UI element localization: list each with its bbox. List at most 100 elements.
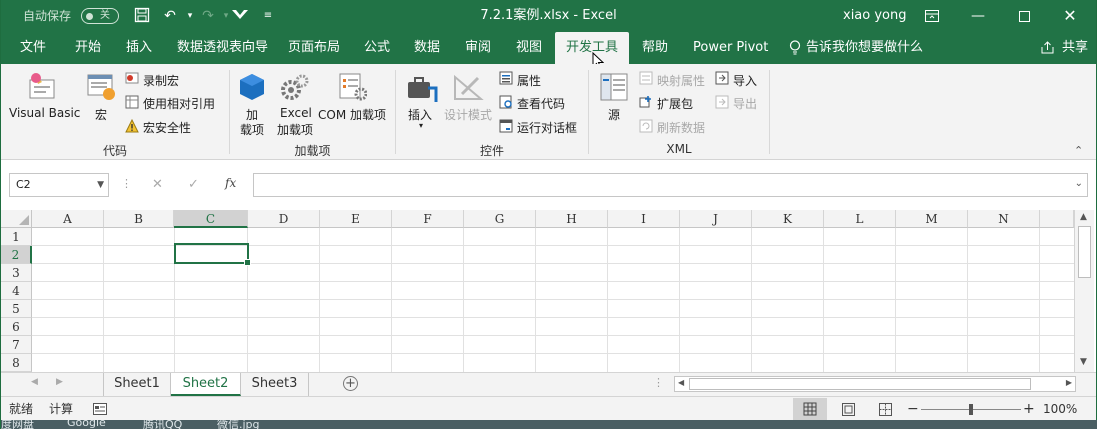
expansion-packs-button[interactable]: 扩展包: [657, 95, 693, 112]
prev-sheet-icon[interactable]: ◀: [31, 377, 38, 387]
column-header[interactable]: K: [752, 210, 824, 228]
macro-recording-icon[interactable]: [93, 403, 107, 415]
taskbar-item[interactable]: 腾讯QQ: [143, 420, 182, 429]
com-addins-button[interactable]: COM 加载项: [318, 106, 386, 123]
name-box-value: C2: [16, 178, 31, 191]
row-header[interactable]: 6: [1, 318, 32, 336]
worksheet-grid[interactable]: A B C D E F G H I J K L M N 1 2 3 4 5 6 …: [1, 208, 1096, 372]
taskbar-item[interactable]: 微信.jpg: [217, 420, 260, 429]
taskbar-item[interactable]: 度网盘: [1, 420, 34, 429]
view-code-button[interactable]: 查看代码: [517, 95, 565, 112]
excel-addins-label-bottom[interactable]: 加载项: [277, 121, 313, 138]
scroll-up-icon[interactable]: ▲: [1080, 212, 1087, 222]
name-box-dropdown-icon[interactable]: ▼: [97, 174, 104, 196]
vertical-scroll-thumb[interactable]: [1078, 226, 1091, 278]
page-break-view-icon[interactable]: [879, 403, 892, 416]
normal-view-button[interactable]: [793, 398, 827, 420]
column-header-selected[interactable]: C: [174, 210, 248, 228]
zoom-slider-thumb[interactable]: [969, 404, 973, 415]
collapse-ribbon-icon[interactable]: ⌃: [1074, 144, 1083, 157]
column-header[interactable]: I: [608, 210, 680, 228]
tab-data[interactable]: 数据: [414, 32, 440, 64]
close-button[interactable]: ✕: [1047, 0, 1093, 32]
column-header[interactable]: J: [680, 210, 752, 228]
column-header[interactable]: B: [104, 210, 174, 228]
row-header[interactable]: 1: [1, 228, 32, 246]
column-header[interactable]: F: [392, 210, 464, 228]
tab-help[interactable]: 帮助: [642, 32, 668, 64]
zoom-out-button[interactable]: −: [907, 397, 919, 421]
import-icon: [715, 71, 729, 85]
column-header[interactable]: N: [968, 210, 1040, 228]
macros-icon: [87, 74, 115, 100]
user-name[interactable]: xiao yong: [843, 0, 907, 32]
tab-pivot-wizard[interactable]: 数据透视表向导: [177, 32, 268, 64]
tab-power-pivot[interactable]: Power Pivot: [693, 32, 768, 64]
relative-ref-button[interactable]: 使用相对引用: [143, 95, 215, 112]
scroll-right-icon[interactable]: ▶: [1066, 378, 1072, 387]
sheet-tab-active[interactable]: Sheet2: [171, 373, 241, 396]
row-header[interactable]: 8: [1, 354, 32, 372]
row-header[interactable]: 3: [1, 264, 32, 282]
column-header[interactable]: G: [464, 210, 536, 228]
tab-review[interactable]: 审阅: [465, 32, 491, 64]
tell-me-search[interactable]: 告诉我你想要做什么: [806, 32, 923, 64]
column-header[interactable]: E: [320, 210, 392, 228]
excel-addins-label-top[interactable]: Excel: [280, 106, 312, 120]
macros-button[interactable]: 宏: [95, 106, 107, 123]
macro-security-button[interactable]: 宏安全性: [143, 119, 191, 136]
column-header[interactable]: L: [824, 210, 896, 228]
tab-view[interactable]: 视图: [516, 32, 542, 64]
row-header[interactable]: 4: [1, 282, 32, 300]
column-header[interactable]: M: [896, 210, 968, 228]
column-header[interactable]: A: [32, 210, 104, 228]
tab-file[interactable]: 文件: [20, 32, 46, 64]
row-header[interactable]: 5: [1, 300, 32, 318]
horizontal-scrollbar[interactable]: ◀ ▶: [674, 376, 1076, 392]
run-dialog-button[interactable]: 运行对话框: [517, 119, 577, 136]
sheet-tab[interactable]: Sheet3: [241, 373, 309, 396]
maximize-button[interactable]: [1001, 0, 1047, 32]
import-button[interactable]: 导入: [733, 72, 757, 89]
scroll-left-icon[interactable]: ◀: [678, 378, 684, 387]
expand-formula-icon[interactable]: ⌄: [1075, 178, 1083, 189]
zoom-in-button[interactable]: +: [1023, 397, 1035, 421]
minimize-button[interactable]: —: [955, 0, 1001, 32]
scroll-down-icon[interactable]: ▼: [1080, 357, 1087, 367]
zoom-level[interactable]: 100%: [1043, 397, 1077, 421]
page-layout-view-icon[interactable]: [842, 403, 855, 416]
sheet-tab-bar: ◀ ▶ Sheet1 Sheet2 Sheet3 + ⋮ ◀ ▶: [1, 372, 1096, 396]
name-box[interactable]: C2 ▼: [9, 173, 109, 197]
select-all-corner[interactable]: [1, 210, 32, 228]
tab-formulas[interactable]: 公式: [364, 32, 390, 64]
column-header[interactable]: D: [248, 210, 320, 228]
xml-source-button[interactable]: 源: [608, 106, 620, 123]
record-macro-button[interactable]: 录制宏: [143, 72, 179, 89]
tab-page-layout[interactable]: 页面布局: [288, 32, 340, 64]
ribbon-display-icon[interactable]: [909, 0, 955, 32]
taskbar-item[interactable]: Google: [67, 420, 106, 429]
addins-label-bottom[interactable]: 载项: [240, 121, 264, 138]
insert-function-icon[interactable]: fx: [225, 176, 236, 190]
tab-insert[interactable]: 插入: [126, 32, 152, 64]
share-icon[interactable]: [1041, 32, 1054, 64]
active-cell-c2[interactable]: [174, 243, 251, 266]
properties-button[interactable]: 属性: [517, 72, 541, 89]
visual-basic-button[interactable]: Visual Basic: [9, 106, 80, 120]
horizontal-scroll-thumb[interactable]: [689, 378, 1031, 390]
export-icon: [715, 95, 729, 109]
share-button[interactable]: 共享: [1062, 32, 1088, 64]
vertical-scrollbar[interactable]: ▲ ▼: [1074, 210, 1094, 372]
formula-input[interactable]: ⌄: [253, 173, 1088, 197]
tab-home[interactable]: 开始: [75, 32, 101, 64]
next-sheet-icon[interactable]: ▶: [56, 377, 63, 387]
status-bar: 就绪 计算 − + 100%: [1, 396, 1096, 420]
row-header-selected[interactable]: 2: [1, 246, 32, 264]
add-sheet-icon[interactable]: +: [343, 376, 358, 391]
sheet-splitter-icon[interactable]: ⋮: [653, 376, 664, 389]
insert-dropdown-icon[interactable]: ▾: [419, 121, 423, 130]
column-header[interactable]: H: [536, 210, 608, 228]
status-calculate[interactable]: 计算: [49, 397, 73, 421]
row-header[interactable]: 7: [1, 336, 32, 354]
sheet-tab[interactable]: Sheet1: [103, 373, 171, 396]
